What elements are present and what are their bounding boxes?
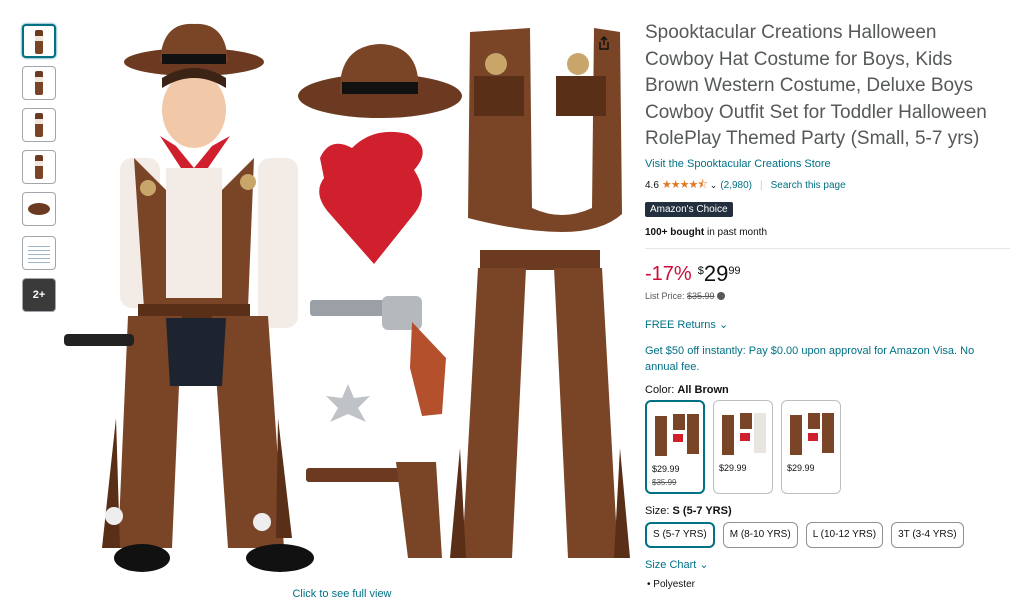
color-swatch-3[interactable]: $29.99 [781,399,841,494]
store-link[interactable]: Visit the Spooktacular Creations Store [645,158,1010,170]
thumbnail-1[interactable] [22,24,56,58]
material-text: Polyester [653,578,695,590]
color-label: Color: [645,383,678,396]
sheriff-badge-item [326,384,370,422]
visa-promo-link[interactable]: Get $50 off instantly: Pay $0.00 upon ap… [645,343,1010,375]
price-block: -17% $ 29 99 [645,260,1010,286]
amazons-choice-badge[interactable]: Amazon's Choice [645,201,733,217]
size-options: S (5-7 YRS) M (8-10 YRS) L (10-12 YRS) 3… [645,521,1010,548]
chaps-item [450,250,630,558]
swatch-image [790,412,834,455]
chevron-down-icon: ⌄ [718,318,729,331]
divider [645,247,1010,249]
thumbnail-more[interactable]: 2+ [22,278,56,312]
swatch-old-price: $35.99 [652,477,677,487]
returns-label: FREE Returns [645,318,716,331]
bought-strong: 100+ bought [645,226,705,238]
star-rating-icon[interactable]: ★★★★⯪ [662,176,708,195]
size-selector-label: Size: S (5-7 YRS) [645,505,1010,517]
share-icon[interactable] [596,35,612,51]
thumbnail-2[interactable] [22,66,56,100]
cowboy-hat-item [298,44,462,118]
boy-model-figure [64,23,314,572]
color-swatch-2[interactable]: $29.99 [713,399,773,494]
product-main-image[interactable] [62,18,632,583]
list-price-label: List Price: [645,290,688,301]
material-bullet: • Polyester [647,578,695,590]
price-whole: 29 [703,260,729,286]
size-option-l[interactable]: L (10-12 YRS) [805,521,884,548]
color-selector-label: Color: All Brown [645,384,1010,396]
full-view-link[interactable]: Click to see full view [62,588,622,600]
vest-item [468,28,622,232]
rating-row: 4.6 ★★★★⯪ ⌄ (2,980) | Search this page [645,176,1010,195]
chevron-down-icon: ⌄ [699,558,709,571]
thumbnail-strip: 2+ [22,24,56,320]
chevron-down-icon[interactable]: ⌄ [710,180,718,191]
swatch-image [722,412,766,455]
swatch-price: $29.99 [787,462,815,473]
free-returns-link[interactable]: FREE Returns ⌄ [645,318,1010,331]
info-icon[interactable] [717,292,726,301]
search-page-link[interactable]: Search this page [771,180,846,191]
price-fraction: 99 [728,264,741,277]
list-price: List Price: $35.99 [645,291,1010,301]
discount-percent: -17% [645,262,692,285]
thumbnail-size-chart[interactable] [22,236,56,270]
bandana-item [319,131,423,264]
rating-count-link[interactable]: (2,980) [720,180,752,191]
color-swatch-all-brown[interactable]: $29.99 $35.99 [645,399,705,494]
size-chart-link[interactable]: Size Chart ⌄ [645,558,1010,571]
belt-holster-item [306,462,442,558]
product-title: Spooktacular Creations Halloween Cowboy … [645,22,987,149]
bought-rest: in past month [704,226,767,238]
size-label: Size: [645,504,673,517]
thumbnail-4[interactable] [22,150,56,184]
product-info-panel: Spooktacular Creations Halloween Cowboy … [645,20,1010,590]
thumbnail-3[interactable] [22,108,56,142]
color-value: All Brown [677,383,729,396]
size-value: S (5-7 YRS) [672,504,732,517]
bought-count: 100+ bought in past month [645,227,1010,238]
swatch-image [655,413,699,456]
thumbnail-5[interactable] [22,192,56,226]
separator: | [760,179,763,191]
size-option-3t[interactable]: 3T (3-4 YRS) [891,521,964,548]
color-swatches: $29.99 $35.99 $29.99 $29.99 [645,399,1010,494]
size-option-s[interactable]: S (5-7 YRS) [645,521,715,548]
size-chart-label: Size Chart [645,558,697,571]
swatch-price: $29.99 [652,463,680,474]
rating-value: 4.6 [645,179,659,191]
list-price-value: $35.99 [687,290,715,301]
size-option-m[interactable]: M (8-10 YRS) [722,521,798,548]
swatch-price: $29.99 [719,462,747,473]
